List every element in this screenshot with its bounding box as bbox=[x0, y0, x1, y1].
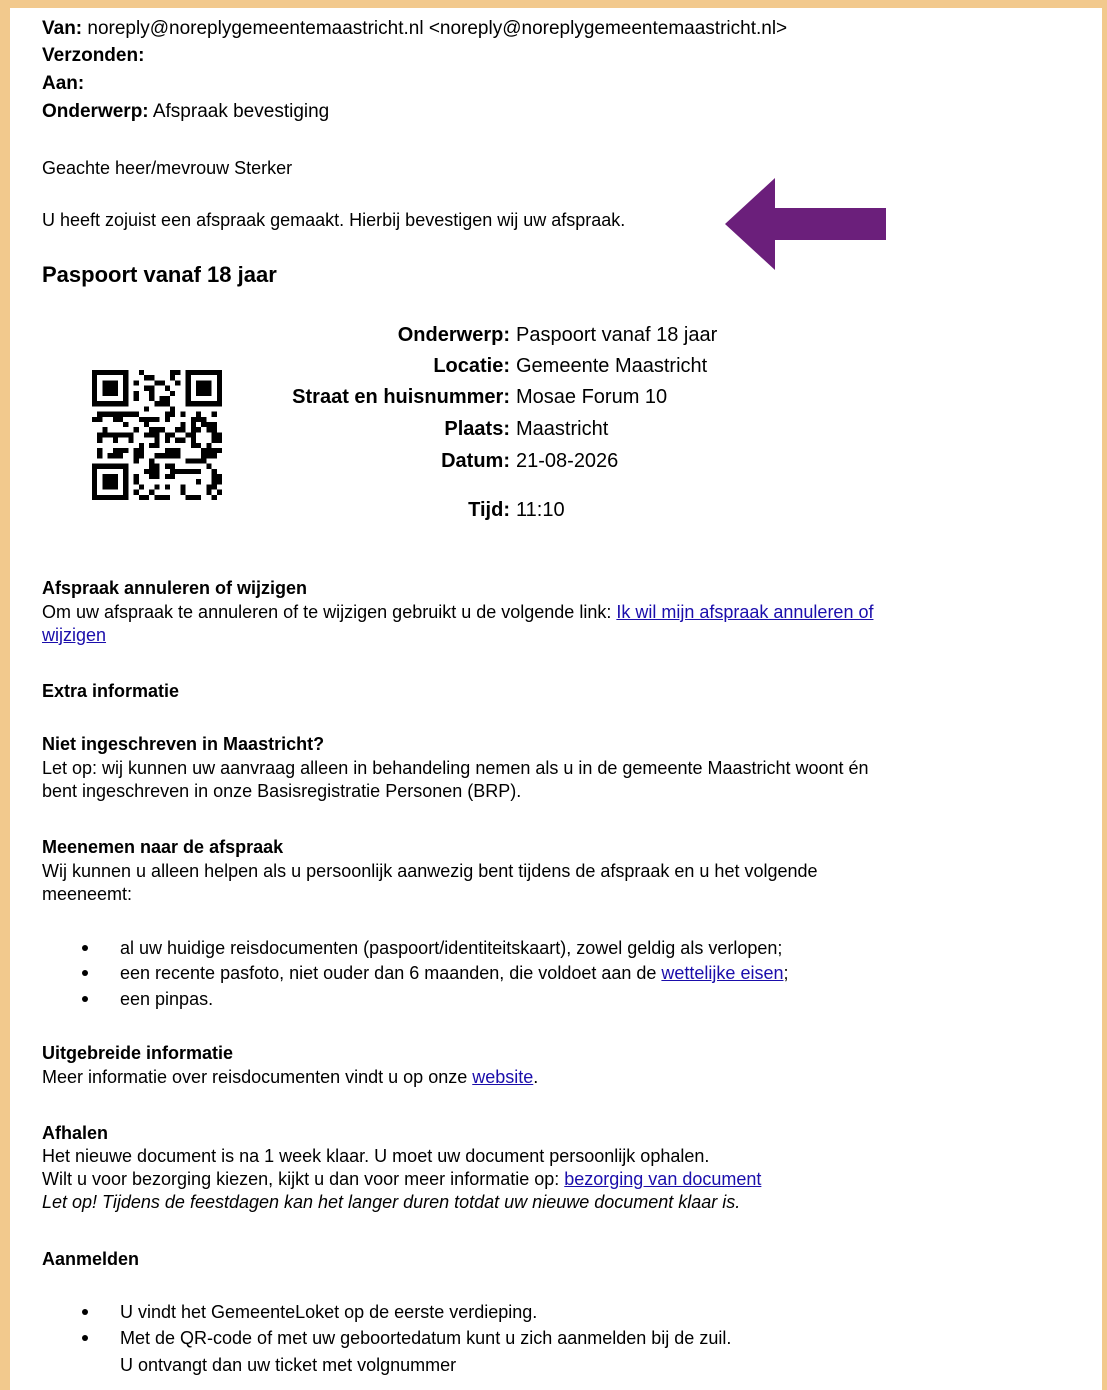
detail-date-label: Datum: bbox=[441, 450, 510, 472]
more-info-body: Meer informatie over reisdocumenten vind… bbox=[42, 1067, 473, 1087]
delivery-link[interactable]: bezorging van document bbox=[564, 1169, 761, 1189]
detail-street: Straat en huisnummer: Mosae Forum 10 bbox=[10, 386, 1102, 412]
subject-value: Afspraak bevestiging bbox=[152, 101, 330, 122]
cancel-heading: Afspraak annuleren of wijzigen bbox=[42, 578, 308, 598]
list-item-text: U vindt het GemeenteLoket op de eerste v… bbox=[120, 1302, 538, 1322]
to-line: Aan: bbox=[42, 73, 84, 95]
cancel-text-body: Om uw afspraak te annuleren of te wijzig… bbox=[42, 602, 617, 622]
bring-line2: meeneemt: bbox=[42, 884, 133, 904]
subject-line: Onderwerp: Afspraak bevestiging bbox=[42, 101, 329, 123]
detail-city-label: Plaats: bbox=[444, 418, 510, 440]
left-arrow-icon bbox=[725, 178, 886, 270]
bring-heading: Meenemen naar de afspraak bbox=[42, 837, 284, 857]
list-item-text: Met de QR-code of met uw geboortedatum k… bbox=[120, 1328, 732, 1348]
detail-location-value: Gemeente Maastricht bbox=[516, 355, 708, 377]
website-link[interactable]: website bbox=[472, 1067, 533, 1087]
not-registered-heading: Niet ingeschreven in Maastricht? bbox=[42, 734, 325, 754]
subject-label: Onderwerp: bbox=[42, 101, 149, 122]
sent-line: Verzonden: bbox=[42, 45, 144, 67]
detail-subject-value: Paspoort vanaf 18 jaar bbox=[516, 324, 718, 346]
not-registered-text: Let op: wij kunnen uw aanvraag alleen in… bbox=[42, 757, 869, 803]
detail-subject-label: Onderwerp: bbox=[397, 324, 510, 346]
legal-requirements-link[interactable]: wettelijke eisen bbox=[661, 963, 783, 983]
detail-location: Locatie: Gemeente Maastricht bbox=[10, 355, 1102, 381]
detail-date: Datum: 21-08-2026 bbox=[10, 450, 1102, 476]
detail-location-label: Locatie: bbox=[433, 355, 510, 377]
detail-street-value: Mosae Forum 10 bbox=[516, 386, 668, 408]
pickup-text: Het nieuwe document is na 1 week klaar. … bbox=[42, 1145, 761, 1214]
pickup-heading: Afhalen bbox=[42, 1123, 109, 1143]
greeting: Geachte heer/mevrouw Sterker bbox=[42, 158, 293, 178]
to-label: Aan: bbox=[42, 73, 85, 94]
bullet-icon bbox=[82, 1309, 88, 1315]
detail-date-value: 21-08-2026 bbox=[516, 450, 619, 472]
bullet-icon bbox=[82, 1335, 88, 1341]
cancel-link[interactable]: Ik wil mijn afspraak annuleren of bbox=[616, 602, 873, 622]
bring-line1: Wij kunnen u alleen helpen als u persoon… bbox=[42, 861, 818, 881]
intro-text: U heeft zojuist een afspraak gemaakt. Hi… bbox=[42, 210, 626, 230]
from-value: noreply@noreplygemeentemaastricht.nl <no… bbox=[87, 18, 788, 39]
bullet-icon bbox=[82, 970, 88, 976]
email-page: Van: noreply@noreplygemeentemaastricht.n… bbox=[10, 8, 1102, 1390]
not-registered-line2: bent ingeschreven in onze Basisregistrat… bbox=[42, 781, 522, 801]
detail-time: Tijd: 11:10 bbox=[10, 499, 1102, 525]
detail-time-value: 11:10 bbox=[516, 499, 565, 521]
detail-city-value: Maastricht bbox=[516, 418, 609, 440]
page-title: Paspoort vanaf 18 jaar bbox=[42, 262, 277, 287]
extra-info-heading: Extra informatie bbox=[42, 681, 180, 701]
sent-label: Verzonden: bbox=[42, 45, 145, 66]
item2-text: een recente pasfoto, niet ouder dan 6 ma… bbox=[120, 963, 662, 983]
item2-end: ; bbox=[783, 963, 789, 983]
pickup-note: Let op! Tijdens de feestdagen kan het la… bbox=[42, 1192, 741, 1212]
list-item-text: een pinpas. bbox=[120, 989, 214, 1009]
pickup-line2: Wilt u voor bezorging kiezen, kijkt u da… bbox=[42, 1169, 565, 1189]
more-info-heading: Uitgebreide informatie bbox=[42, 1043, 234, 1063]
more-info-text: Meer informatie over reisdocumenten vind… bbox=[42, 1066, 538, 1089]
list-item-text: al uw huidige reisdocumenten (paspoort/i… bbox=[120, 938, 783, 958]
detail-subject: Onderwerp: Paspoort vanaf 18 jaar bbox=[10, 324, 1102, 350]
signin-heading: Aanmelden bbox=[42, 1249, 140, 1269]
not-registered-line1: Let op: wij kunnen uw aanvraag alleen in… bbox=[42, 758, 869, 778]
detail-street-label: Straat en huisnummer: bbox=[292, 386, 510, 408]
detail-time-label: Tijd: bbox=[468, 499, 510, 521]
cancel-link-cont[interactable]: wijzigen bbox=[42, 625, 106, 645]
from-label: Van: bbox=[42, 18, 83, 39]
bring-text: Wij kunnen u alleen helpen als u persoon… bbox=[42, 860, 818, 906]
bullet-icon bbox=[82, 996, 88, 1002]
from-line: Van: noreply@noreplygemeentemaastricht.n… bbox=[42, 18, 787, 40]
list-item-text: een recente pasfoto, niet ouder dan 6 ma… bbox=[120, 963, 788, 984]
more-info-end: . bbox=[533, 1067, 539, 1087]
pickup-line1: Het nieuwe document is na 1 week klaar. … bbox=[42, 1146, 710, 1166]
cancel-text: Om uw afspraak te annuleren of te wijzig… bbox=[42, 601, 1042, 647]
detail-city: Plaats: Maastricht bbox=[10, 418, 1102, 444]
signin-item2-cont: U ontvangt dan uw ticket met volgnummer bbox=[120, 1355, 457, 1375]
bullet-icon bbox=[82, 945, 88, 951]
